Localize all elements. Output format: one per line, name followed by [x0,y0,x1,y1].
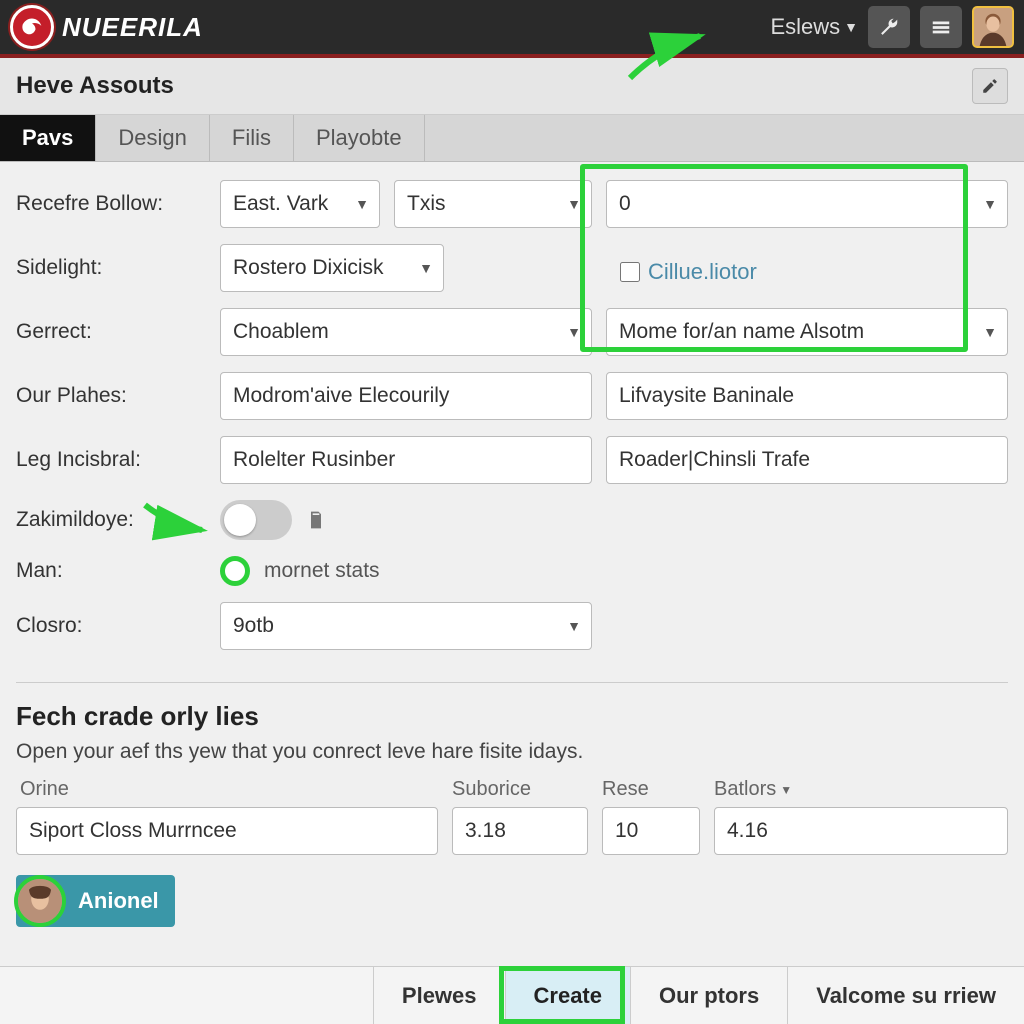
footer-btn-valcome[interactable]: Valcome su rriew [787,967,1024,1024]
label-closro: Closro: [16,614,206,638]
topbar: NUEERILA Eslews ▼ [0,0,1024,58]
label-man: Man: [16,559,206,583]
top-menu: Eslews ▼ [770,6,1014,48]
tab-playobte[interactable]: Playobte [294,115,425,161]
col-orine: Orine [16,778,438,801]
chevron-down-icon: ▼ [983,196,997,212]
input-roader[interactable]: Roader|Chinsli Trafe [606,436,1008,484]
input-lifvaysite[interactable]: Lifvaysite Baninale [606,372,1008,420]
input-suborice[interactable]: 3.18 [452,807,588,855]
top-menu-label: Eslews [770,14,840,40]
col-rese: Rese [602,778,700,801]
footer-btn-plewes[interactable]: Plewes [373,967,505,1024]
select-mome[interactable]: Mome for/an name Alsotm▼ [606,308,1008,356]
chevron-down-icon: ▼ [419,260,433,276]
tabs: Pavs Design Filis Playobte [0,115,1024,162]
document-icon [306,510,326,530]
toggle-zakimildoye[interactable] [220,500,292,540]
col-batlors[interactable]: Batlors ▼ [714,778,1008,801]
pencil-icon [981,77,999,95]
chevron-down-icon: ▼ [780,783,792,797]
form-area: Recefre Bollow: East. Vark▼ Txis▼ 0▼ Sid… [0,162,1024,674]
select-txis[interactable]: Txis▼ [394,180,592,228]
radio-label-man: mornet stats [264,559,380,583]
user-pill[interactable]: Anionel [16,875,175,927]
tab-pavs[interactable]: Pavs [0,115,96,161]
tab-filis[interactable]: Filis [210,115,294,161]
input-orine[interactable]: Siport Closs Murrncee [16,807,438,855]
chevron-down-icon: ▼ [983,324,997,340]
label-recefre: Recefre Bollow: [16,192,206,216]
user-pill-avatar [14,875,66,927]
label-sidelight: Sidelight: [16,256,206,280]
brand-badge-icon [10,5,54,49]
radio-man[interactable] [220,556,250,586]
section-description: Open your aef ths yew that you conrect l… [16,740,1008,764]
chevron-down-icon: ▼ [355,196,369,212]
label-zakimildoye: Zakimildoye: [16,508,206,532]
user-pill-name: Anionel [78,888,159,914]
tab-design[interactable]: Design [96,115,209,161]
section-fech: Fech crade orly lies Open your aef ths y… [0,691,1024,861]
select-rostero[interactable]: Rostero Dixicisk▼ [220,244,444,292]
wrench-button[interactable] [868,6,910,48]
footer-btn-create[interactable]: Create [505,967,630,1024]
input-batlors[interactable]: 4.16 [714,807,1008,855]
checkbox-cillue[interactable]: Cillue.liotor [620,251,757,285]
edit-button[interactable] [972,68,1008,104]
user-avatar[interactable] [972,6,1014,48]
checkbox-input[interactable] [620,262,640,282]
chevron-down-icon: ▼ [567,324,581,340]
input-rolelter[interactable]: Rolelter Rusinber [220,436,592,484]
section-title: Fech crade orly lies [16,701,1008,732]
select-zero[interactable]: 0▼ [606,180,1008,228]
label-incisbral: Leg Incisbral: [16,448,206,472]
label-gerrect: Gerrect: [16,320,206,344]
col-suborice: Suborice [452,778,588,801]
checkbox-label: Cillue.liotor [648,259,757,285]
brand-text: NUEERILA [62,12,203,43]
select-east-vark[interactable]: East. Vark▼ [220,180,380,228]
input-modrom[interactable]: Modrom'aive Elecourily [220,372,592,420]
label-plahes: Our Plahes: [16,384,206,408]
select-choablem[interactable]: Choablem▼ [220,308,592,356]
chevron-down-icon: ▼ [567,196,581,212]
chevron-down-icon: ▼ [567,618,581,634]
footer-btn-ourptors[interactable]: Our ptors [630,967,787,1024]
menu-button[interactable] [920,6,962,48]
wrench-icon [878,16,900,38]
separator [16,682,1008,683]
top-menu-dropdown[interactable]: Eslews ▼ [770,14,858,40]
page-title: Heve Assouts [16,72,174,100]
footer: Plewes Create Our ptors Valcome su rriew [0,966,1024,1024]
table-row: Siport Closs Murrncee 3.18 10 4.16 [16,807,1008,855]
chevron-down-icon: ▼ [844,19,858,35]
input-rese[interactable]: 10 [602,807,700,855]
brand-logo[interactable]: NUEERILA [10,5,203,49]
select-closro[interactable]: 9otb▼ [220,602,592,650]
hamburger-icon [930,16,952,38]
table-header: Orine Suborice Rese Batlors ▼ [16,778,1008,801]
page-header: Heve Assouts [0,58,1024,115]
